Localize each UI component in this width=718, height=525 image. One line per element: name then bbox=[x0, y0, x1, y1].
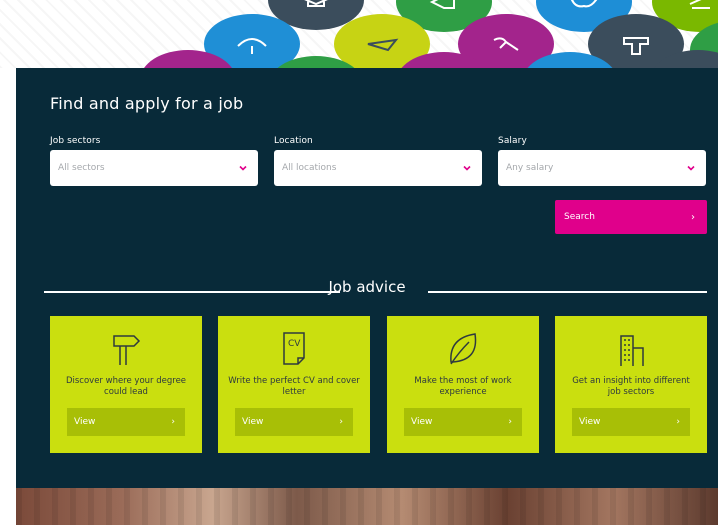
job-sectors-label: Job sectors bbox=[50, 136, 101, 146]
view-button[interactable]: View › bbox=[235, 408, 353, 436]
search-button[interactable]: Search › bbox=[555, 200, 707, 234]
advice-card-cv[interactable]: CV Write the perfect CV and cover letter… bbox=[218, 316, 370, 453]
page: Find and apply for a job Job sectors All… bbox=[0, 0, 718, 525]
chevron-right-icon: › bbox=[171, 417, 175, 427]
decorative-header bbox=[0, 0, 718, 68]
view-label: View bbox=[411, 417, 433, 427]
salary-select[interactable]: Any salary bbox=[498, 150, 706, 186]
chevron-right-icon: › bbox=[676, 417, 680, 427]
view-label: View bbox=[74, 417, 96, 427]
chevron-right-icon: › bbox=[691, 211, 695, 223]
location-placeholder: All locations bbox=[282, 163, 337, 173]
view-button[interactable]: View › bbox=[67, 408, 185, 436]
advice-card-sectors[interactable]: Get an insight into different job sector… bbox=[555, 316, 707, 453]
cv-document-icon: CV bbox=[283, 332, 305, 365]
view-button[interactable]: View › bbox=[572, 408, 690, 436]
location-label: Location bbox=[274, 136, 313, 146]
chevron-right-icon: › bbox=[508, 417, 512, 427]
card-description: Make the most of work experience bbox=[414, 376, 512, 397]
view-label: View bbox=[579, 417, 601, 427]
salary-label: Salary bbox=[498, 136, 527, 146]
search-button-label: Search bbox=[564, 212, 595, 222]
search-title: Find and apply for a job bbox=[50, 94, 244, 113]
advice-card-experience[interactable]: Make the most of work experience View › bbox=[387, 316, 539, 453]
view-label: View bbox=[242, 417, 264, 427]
hero-photo bbox=[16, 488, 718, 525]
svg-text:CV: CV bbox=[288, 339, 301, 349]
job-advice-title: Job advice bbox=[328, 278, 406, 296]
card-description: Discover where your degree could lead bbox=[65, 376, 187, 397]
job-sectors-select[interactable]: All sectors bbox=[50, 150, 258, 186]
chevron-down-icon bbox=[687, 165, 695, 171]
view-button[interactable]: View › bbox=[404, 408, 522, 436]
advice-card-degree[interactable]: Discover where your degree could lead Vi… bbox=[50, 316, 202, 453]
divider-right bbox=[428, 291, 707, 293]
buildings-icon bbox=[620, 335, 644, 366]
chevron-down-icon bbox=[463, 165, 471, 171]
chevron-down-icon bbox=[239, 165, 247, 171]
location-select[interactable]: All locations bbox=[274, 150, 482, 186]
signpost-icon bbox=[113, 335, 141, 365]
card-description: Get an insight into different job sector… bbox=[572, 376, 690, 397]
card-description: Write the perfect CV and cover letter bbox=[228, 376, 360, 397]
job-search-panel: Find and apply for a job Job sectors All… bbox=[16, 68, 718, 488]
leaf-icon bbox=[450, 333, 477, 365]
chevron-right-icon: › bbox=[339, 417, 343, 427]
salary-placeholder: Any salary bbox=[506, 163, 554, 173]
job-sectors-placeholder: All sectors bbox=[58, 163, 105, 173]
